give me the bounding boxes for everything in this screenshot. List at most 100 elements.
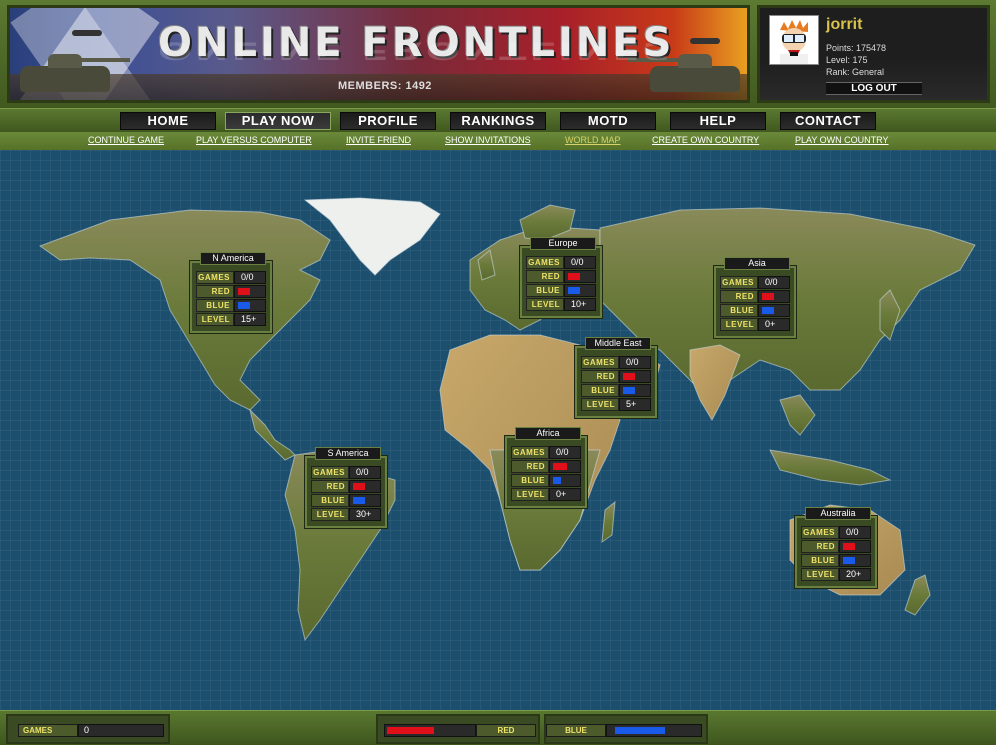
- nav-play-now[interactable]: PLAY NOW: [225, 112, 331, 130]
- region-europe[interactable]: Europe GAMES 0/0 RED BLUE LEVEL 10+: [520, 237, 602, 318]
- blue-label: BLUE: [526, 284, 564, 297]
- region-asia[interactable]: Asia GAMES 0/0 RED BLUE LEVEL 0+: [714, 257, 796, 338]
- blue-bar: [568, 287, 580, 294]
- red-row: RED: [801, 540, 871, 553]
- continent-central-america: [249, 408, 296, 461]
- blue-bar-track: [839, 554, 871, 567]
- footer-blue-label: BLUE: [546, 724, 606, 737]
- footer-red-track: [384, 724, 476, 737]
- red-row: RED: [311, 480, 381, 493]
- level-row: LEVEL 0+: [720, 318, 790, 331]
- region-title: Asia: [724, 257, 790, 270]
- subnav-continue-game[interactable]: CONTINUE GAME: [88, 135, 164, 145]
- continent-indonesia: [769, 449, 892, 486]
- blue-bar-track: [549, 474, 581, 487]
- region-australia[interactable]: Australia GAMES 0/0 RED BLUE LEVEL 20+: [795, 507, 877, 588]
- region-title: Europe: [530, 237, 596, 250]
- subnav-play-versus-computer[interactable]: PLAY VERSUS COMPUTER: [196, 135, 312, 145]
- games-value: 0/0: [234, 271, 266, 284]
- user-level: Level: 175: [826, 55, 868, 65]
- games-label: GAMES: [196, 271, 234, 284]
- logout-button[interactable]: LOG OUT: [826, 82, 922, 95]
- games-row: GAMES 0/0: [311, 466, 381, 479]
- level-row: LEVEL 30+: [311, 508, 381, 521]
- continent-madagascar: [601, 500, 616, 544]
- region-title: N America: [200, 252, 266, 265]
- red-row: RED: [526, 270, 596, 283]
- header: ONLINE FRONTLINES ONLINE FRONTLINES MEMB…: [0, 0, 996, 108]
- nav-profile[interactable]: PROFILE: [340, 112, 436, 130]
- blue-bar-track: [234, 299, 266, 312]
- plane-icon: [690, 38, 720, 44]
- games-row: GAMES 0/0: [526, 256, 596, 269]
- blue-label: BLUE: [801, 554, 839, 567]
- blue-label: BLUE: [720, 304, 758, 317]
- plane-icon: [72, 30, 102, 36]
- tank-icon: [628, 54, 740, 92]
- games-row: GAMES 0/0: [511, 446, 581, 459]
- red-bar-track: [758, 290, 790, 303]
- level-label: LEVEL: [311, 508, 349, 521]
- games-value: 0/0: [349, 466, 381, 479]
- footer-blue-panel: BLUE: [544, 714, 708, 744]
- level-value: 5+: [619, 398, 651, 411]
- games-label: GAMES: [311, 466, 349, 479]
- region-n-america[interactable]: N America GAMES 0/0 RED BLUE LEVEL 15+: [190, 252, 272, 333]
- region-africa[interactable]: Africa GAMES 0/0 RED BLUE LEVEL 0+: [505, 427, 587, 508]
- subnav-world-map[interactable]: WORLD MAP: [565, 135, 621, 145]
- level-row: LEVEL 0+: [511, 488, 581, 501]
- footer-games-panel: GAMES 0: [6, 714, 170, 744]
- members-label: MEMBERS:: [338, 80, 402, 92]
- level-label: LEVEL: [581, 398, 619, 411]
- nav-rankings[interactable]: RANKINGS: [450, 112, 546, 130]
- red-label: RED: [526, 270, 564, 283]
- games-label: GAMES: [720, 276, 758, 289]
- red-bar: [568, 273, 580, 280]
- blue-label: BLUE: [311, 494, 349, 507]
- games-label: GAMES: [801, 526, 839, 539]
- nav-help[interactable]: HELP: [670, 112, 766, 130]
- subnav-invite-friend[interactable]: INVITE FRIEND: [346, 135, 411, 145]
- games-row: GAMES 0/0: [581, 356, 651, 369]
- subnav-show-invitations[interactable]: SHOW INVITATIONS: [445, 135, 531, 145]
- nav-motd[interactable]: MOTD: [560, 112, 656, 130]
- blue-bar: [553, 477, 561, 484]
- footer-red-bar: [387, 727, 434, 734]
- level-value: 0+: [758, 318, 790, 331]
- subnav-play-own-country[interactable]: PLAY OWN COUNTRY: [795, 135, 889, 145]
- region-s-america[interactable]: S America GAMES 0/0 RED BLUE LEVEL 30+: [305, 447, 387, 528]
- avatar-cartoon-icon: [770, 16, 818, 64]
- blue-bar: [623, 387, 635, 394]
- red-bar-track: [234, 285, 266, 298]
- level-value: 30+: [349, 508, 381, 521]
- blue-bar: [843, 557, 855, 564]
- blue-row: BLUE: [311, 494, 381, 507]
- footer-stats: GAMES 0 RED BLUE: [0, 710, 996, 745]
- red-bar: [623, 373, 635, 380]
- subnav-create-own-country[interactable]: CREATE OWN COUNTRY: [652, 135, 759, 145]
- avatar[interactable]: [769, 15, 819, 65]
- continent-india: [689, 344, 741, 422]
- nav-contact[interactable]: CONTACT: [780, 112, 876, 130]
- blue-row: BLUE: [801, 554, 871, 567]
- user-rank: Rank: General: [826, 67, 885, 77]
- red-row: RED: [581, 370, 651, 383]
- sub-nav: CONTINUE GAME PLAY VERSUS COMPUTER INVIT…: [0, 132, 996, 150]
- games-row: GAMES 0/0: [801, 526, 871, 539]
- user-points: Points: 175478: [826, 43, 887, 53]
- games-value: 0/0: [549, 446, 581, 459]
- red-label: RED: [196, 285, 234, 298]
- nav-home[interactable]: HOME: [120, 112, 216, 130]
- red-bar: [762, 293, 774, 300]
- level-value: 20+: [839, 568, 871, 581]
- blue-bar: [238, 302, 250, 309]
- region-title: Africa: [515, 427, 581, 440]
- world-map-image: [38, 197, 976, 642]
- level-row: LEVEL 10+: [526, 298, 596, 311]
- footer-red-panel: RED: [376, 714, 540, 744]
- red-bar: [553, 463, 567, 470]
- level-label: LEVEL: [196, 313, 234, 326]
- continent-new-zealand: [904, 574, 931, 616]
- region-middle-east[interactable]: Middle East GAMES 0/0 RED BLUE LEVEL 5+: [575, 337, 657, 418]
- level-label: LEVEL: [526, 298, 564, 311]
